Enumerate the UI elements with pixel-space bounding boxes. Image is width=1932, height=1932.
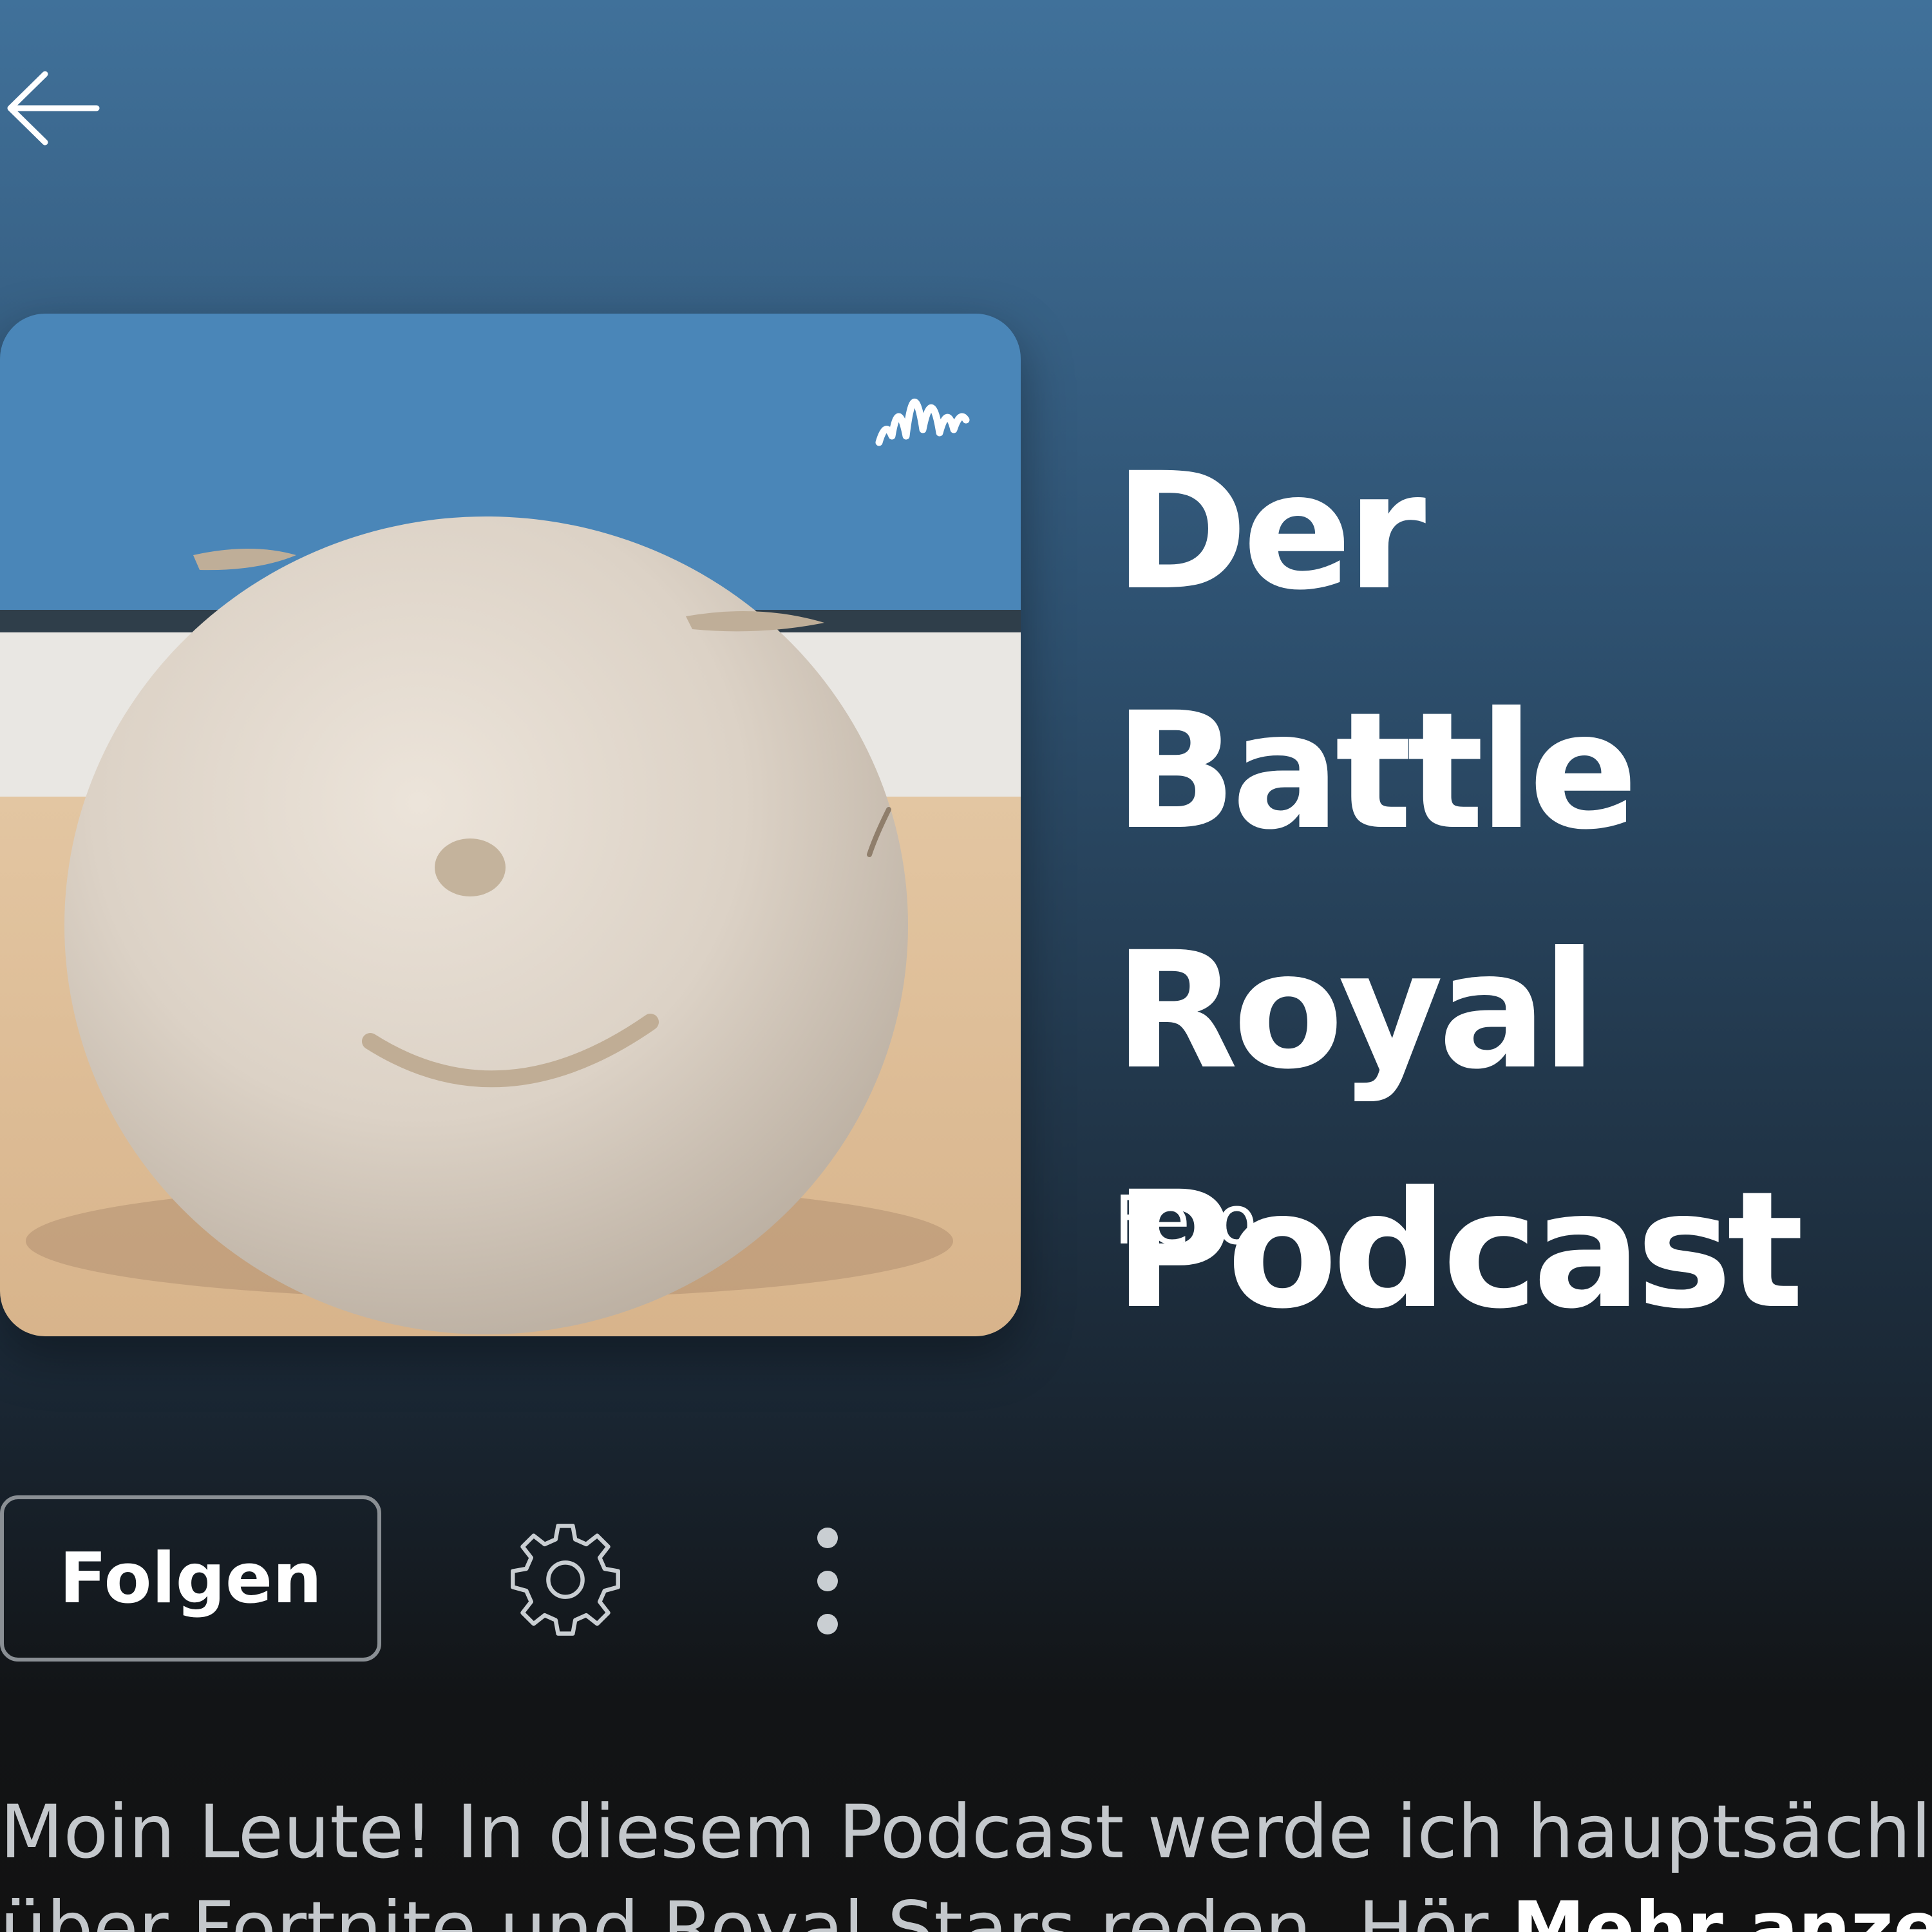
gear-icon (504, 1519, 627, 1643)
settings-button[interactable] (496, 1520, 634, 1642)
anchor-waveform-icon (873, 359, 972, 455)
description-line-1: Moin Leute! In diesem Podcast werde ich … (0, 1789, 1932, 1875)
arrow-left-icon (0, 66, 103, 153)
description-line-2-text: über Fortnite und Royal Stars reden. Hör (0, 1886, 1489, 1932)
podcast-cover-art (0, 314, 1021, 1336)
show-more-link[interactable]: Mehr anzeigen (1512, 1886, 1932, 1932)
follow-button[interactable]: Folgen (0, 1495, 381, 1662)
podcast-description: Moin Leute! In diesem Podcast werde ich … (0, 1784, 1932, 1932)
podcast-author[interactable]: Fero (1114, 1179, 1257, 1262)
back-button[interactable] (0, 61, 109, 158)
description-line-2: über Fortnite und Royal Stars reden. Hör… (0, 1880, 1932, 1932)
cover-illustration (0, 314, 1021, 1336)
more-options-button[interactable] (792, 1513, 863, 1649)
more-vertical-icon (808, 1519, 847, 1643)
